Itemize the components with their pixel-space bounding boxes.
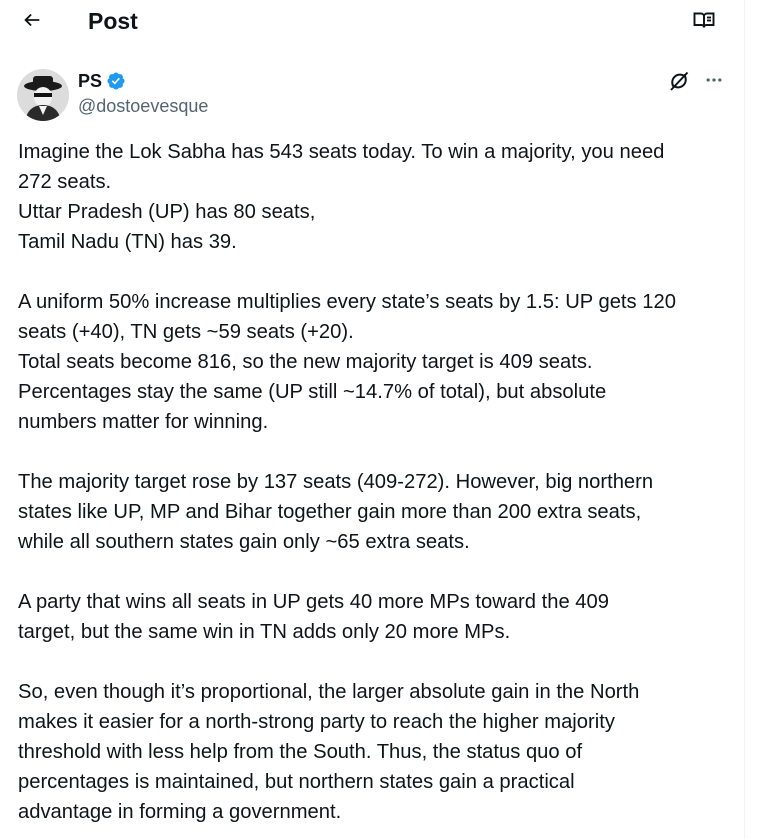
more-horizontal-icon	[704, 70, 724, 95]
post-header: Post	[0, 0, 745, 44]
text-line: percentages is maintained, but northern …	[18, 771, 575, 793]
text-line: makes it easier for a north-strong party…	[18, 711, 615, 733]
post-paragraph: A party that wins all seats in UP gets 4…	[18, 587, 730, 647]
text-line: Uttar Pradesh (UP) has 80 seats,	[18, 201, 316, 223]
text-line: advantage in forming a government.	[18, 801, 342, 823]
text-line: while all southern states gain only ~65 …	[18, 531, 470, 553]
author-name[interactable]: PS	[78, 70, 102, 92]
post-paragraph: Imagine the Lok Sabha has 543 seats toda…	[18, 137, 730, 257]
arrow-left-icon	[21, 9, 43, 36]
text-line: seats (+40), TN gets ~59 seats (+20).	[18, 321, 354, 343]
text-line: Imagine the Lok Sabha has 543 seats toda…	[18, 141, 665, 163]
post-paragraph: A uniform 50% increase multiplies every …	[18, 287, 730, 437]
text-line: The majority target rose by 137 seats (4…	[18, 471, 654, 493]
grok-button[interactable]	[666, 70, 692, 96]
text-line: A party that wins all seats in UP gets 4…	[18, 591, 609, 613]
verified-badge-icon	[106, 71, 126, 91]
open-book-icon	[692, 8, 716, 37]
grok-icon	[667, 69, 691, 98]
post-paragraph: So, even though it’s proportional, the l…	[18, 677, 730, 827]
text-line: states like UP, MP and Bihar together ga…	[18, 501, 642, 523]
avatar[interactable]	[17, 69, 69, 121]
text-line: target, but the same win in TN adds only…	[18, 621, 511, 643]
author-handle[interactable]: @dostoevesque	[78, 95, 208, 117]
reader-mode-button[interactable]	[688, 6, 720, 38]
back-button[interactable]	[16, 6, 48, 38]
text-line: A uniform 50% increase multiplies every …	[18, 291, 676, 313]
more-options-button[interactable]	[702, 70, 726, 94]
text-line: threshold with less help from the South.…	[18, 741, 583, 763]
post-text: Imagine the Lok Sabha has 543 seats toda…	[18, 137, 730, 827]
post-paragraph: The majority target rose by 137 seats (4…	[18, 467, 730, 557]
author-name-row: PS	[78, 70, 126, 92]
text-line: 272 seats.	[18, 171, 112, 193]
text-line: numbers matter for winning.	[18, 411, 269, 433]
post-column: Post PS @dostoevesque Imagine the Lok Sa…	[0, 0, 745, 839]
text-line: Tamil Nadu (TN) has 39.	[18, 231, 237, 253]
text-line: Percentages stay the same (UP still ~14.…	[18, 381, 607, 403]
page-title: Post	[88, 8, 138, 34]
text-line: So, even though it’s proportional, the l…	[18, 681, 640, 703]
text-line: Total seats become 816, so the new major…	[18, 351, 593, 373]
